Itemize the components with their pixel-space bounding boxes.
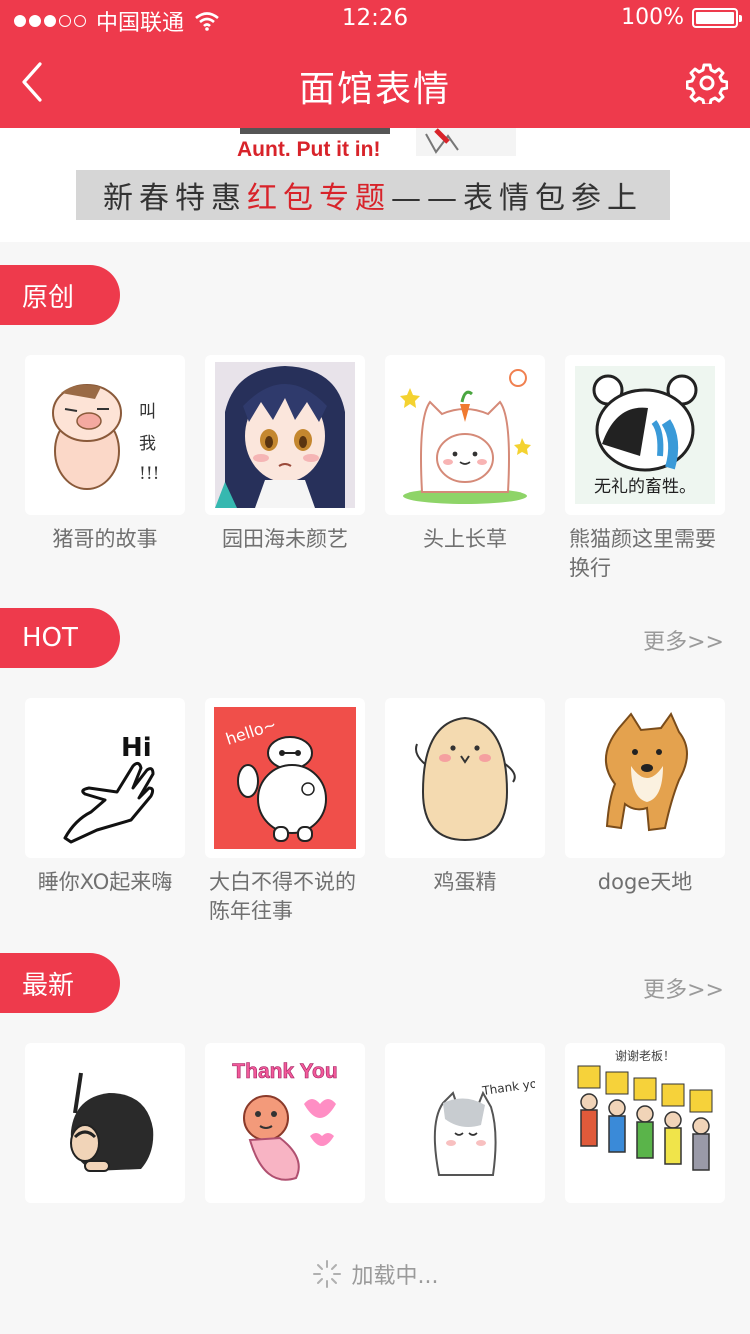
sticker-card[interactable]: 园田海未颜艺 (205, 355, 365, 583)
banner-english-text: Aunt. Put it in! (237, 138, 381, 161)
status-right: 100% (621, 5, 742, 30)
sticker-label: 园田海未颜艺 (222, 527, 348, 551)
thanks-boss-text: 谢谢老板！ (615, 1048, 675, 1063)
svg-text:叫: 叫 (139, 402, 156, 422)
sticker-card[interactable]: Hi 睡你XO起来嗨 (25, 698, 185, 926)
loading-label: 加载中... (351, 1264, 439, 1289)
sticker-card[interactable]: hello~ 大白不得不说的陈年往事 (205, 698, 365, 926)
battery-icon (692, 7, 742, 28)
banner-caption-part: ——表情包参上 (391, 181, 643, 216)
section-tag-original: 原创 (0, 265, 120, 325)
newest-more-link[interactable]: 更多>> (643, 972, 724, 1004)
sticker-label: 头上长草 (423, 527, 507, 551)
section-tag-newest: 最新 (0, 953, 120, 1013)
banner-caption-highlight: 红包专题 (247, 181, 391, 216)
thank-you-small-text: Thank you! (480, 1075, 535, 1098)
sticker-label: 大白不得不说的陈年往事 (209, 870, 356, 923)
settings-button[interactable] (685, 62, 729, 107)
section-tag-hot: HOT (0, 608, 120, 668)
original-grid: 叫 我 !!! 猪哥的故事 园田海未颜艺 头上长草 无礼的畜牲。 熊猫颜这里需要… (25, 355, 725, 583)
baymax-thumb: hello~ (205, 698, 365, 858)
thank-you-baby-thumb: Thank You (205, 1043, 365, 1203)
spinner-icon (312, 1260, 341, 1288)
sticker-label: 睡你XO起来嗨 (37, 870, 173, 894)
sticker-card[interactable]: 鸡蛋精 (385, 698, 545, 926)
hot-more-link[interactable]: 更多>> (643, 624, 724, 656)
sticker-label: doge天地 (597, 870, 693, 894)
banner-caption-part: 新春特惠 (103, 181, 247, 216)
loading-indicator: 加载中... (0, 1258, 750, 1290)
thank-you-cat-thumb: Thank you! (385, 1043, 545, 1203)
sticker-card[interactable] (25, 1043, 185, 1213)
panda-face-thumb: 无礼的畜牲。 (565, 355, 725, 515)
sticker-card[interactable]: 头上长草 (385, 355, 545, 583)
grass-bunny-thumb (385, 355, 545, 515)
sticker-card[interactable]: 叫 我 !!! 猪哥的故事 (25, 355, 185, 583)
sticker-card[interactable]: 谢谢老板！ (565, 1043, 725, 1213)
hot-grid: Hi 睡你XO起来嗨 hello~ 大白不得不说的陈年往事 鸡蛋精 doge天地 (25, 698, 725, 926)
sticker-label: 鸡蛋精 (433, 870, 497, 894)
doge-thumb (565, 698, 725, 858)
sticker-label: 熊猫颜这里需要换行 (569, 527, 716, 580)
promo-banner[interactable]: Aunt. Put it in! 新春特惠 红包专题 ——表情包参上 (0, 128, 750, 242)
anime-girl-thumb (205, 355, 365, 515)
svg-text:我: 我 (139, 434, 156, 454)
pig-sticker-thumb: 叫 我 !!! (25, 355, 185, 515)
sticker-card[interactable]: doge天地 (565, 698, 725, 926)
battery-percent: 100% (621, 5, 684, 30)
ninja-bow-thumb (25, 1043, 185, 1203)
banner-caption: 新春特惠 红包专题 ——表情包参上 (76, 170, 670, 220)
panda-caption: 无礼的畜牲。 (594, 477, 696, 497)
sticker-card[interactable]: Thank you! (385, 1043, 545, 1213)
status-bar: 中国联通 12:26 100% (0, 0, 750, 40)
nav-bar: 面馆表情 (0, 40, 750, 128)
sticker-card[interactable]: Thank You (205, 1043, 365, 1213)
svg-text:!!!: !!! (139, 464, 160, 484)
hi-hand-thumb: Hi (25, 698, 185, 858)
page-title: 面馆表情 (298, 69, 451, 110)
gear-icon (685, 63, 729, 107)
thank-you-text: Thank You (232, 1060, 337, 1083)
newest-grid: Thank You Thank you! 谢谢老板！ (25, 1043, 725, 1213)
thanks-boss-thumb: 谢谢老板！ (565, 1043, 725, 1203)
sticker-card[interactable]: 无礼的畜牲。 熊猫颜这里需要换行 (565, 355, 725, 583)
sticker-label: 猪哥的故事 (52, 527, 158, 551)
hi-text: Hi (121, 733, 152, 763)
egg-spirit-thumb (385, 698, 545, 858)
